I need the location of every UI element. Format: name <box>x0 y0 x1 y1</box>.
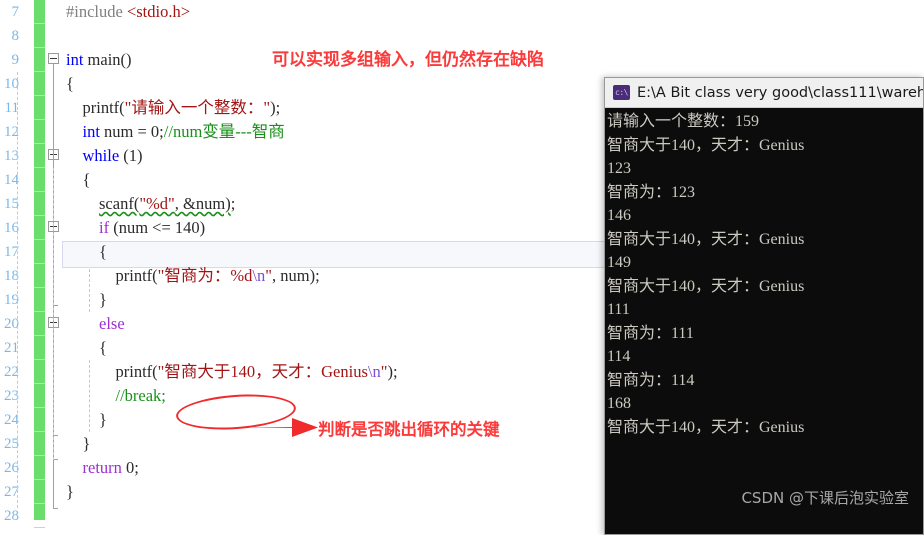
line-number: 25 <box>4 436 19 452</box>
change-indicator-bar <box>34 0 45 528</box>
command-prompt-icon: c:\ <box>613 85 630 100</box>
console-output-line: 168 <box>607 395 631 412</box>
change-bar-segment <box>34 288 45 312</box>
line-number: 10 <box>4 76 19 92</box>
line-number: 16 <box>4 220 19 236</box>
fold-end-main <box>53 508 58 509</box>
change-bar-segment <box>34 264 45 288</box>
annotation-arrow-icon <box>240 418 318 437</box>
line-number: 19 <box>4 292 19 308</box>
console-output-line: 智商为：123 <box>607 183 696 201</box>
console-output-line: 111 <box>607 301 630 318</box>
fold-line-main <box>53 64 54 149</box>
console-output-line: 146 <box>607 207 631 224</box>
code-line-7: #include <stdio.h> <box>66 2 191 21</box>
console-output-line: 智商大于140，天才：Genius <box>607 277 805 295</box>
code-line-12: int num = 0;//num变量---智商 <box>82 122 285 141</box>
console-title-bar[interactable]: c:\ E:\A Bit class very good\class111\wa… <box>605 78 923 108</box>
change-bar-segment <box>34 240 45 264</box>
console-output-line: 智商大于140，天才：Genius <box>607 230 805 248</box>
code-line-16: if (num <= 140) <box>99 218 206 237</box>
code-line-23: //break; <box>115 386 166 405</box>
line-number: 13 <box>4 148 19 164</box>
code-line-22: printf("智商大于140，天才：Genius\n"); <box>66 362 398 381</box>
change-bar-segment <box>34 0 45 24</box>
annotation-top: 可以实现多组输入，但仍然存在缺陷 <box>272 50 544 70</box>
code-line-18: printf("智商为：%d\n", num); <box>66 266 320 285</box>
code-line-10: { <box>66 74 74 93</box>
code-line-19: } <box>66 290 107 309</box>
console-output-line: 114 <box>607 348 631 365</box>
line-number: 21 <box>4 340 19 356</box>
change-bar-segment <box>34 480 45 504</box>
change-bar-segment <box>34 120 45 144</box>
watermark: CSDN @下课后泡实验室 <box>741 489 909 507</box>
change-bar-segment <box>34 408 45 432</box>
change-bar-segment <box>34 312 45 336</box>
line-number: 11 <box>4 100 19 116</box>
line-number: 23 <box>4 388 19 404</box>
console-window[interactable]: c:\ E:\A Bit class very good\class111\wa… <box>604 77 924 535</box>
code-line-27: } <box>66 482 74 501</box>
change-bar-segment <box>34 96 45 120</box>
change-bar-segment <box>34 384 45 408</box>
console-output-line: 智商为：114 <box>607 371 695 389</box>
change-bar-segment <box>34 48 45 72</box>
line-number: 28 <box>4 508 19 524</box>
code-line-15: scanf("%d", &num); <box>99 194 236 213</box>
line-number: 7 <box>11 4 20 20</box>
code-line-20: else <box>99 314 125 333</box>
change-bar-segment <box>34 456 45 480</box>
line-number: 20 <box>4 316 19 332</box>
change-bar-segment <box>34 504 45 528</box>
console-output-line: 智商大于140，天才：Genius <box>607 418 805 436</box>
change-bar-segment <box>34 192 45 216</box>
code-line-21: { <box>66 338 107 357</box>
console-output: 请输入一个整数：159 智商大于140，天才：Genius 123 智商为：123 14… <box>605 108 923 439</box>
line-number: 26 <box>4 460 19 476</box>
console-output-line: 智商大于140，天才：Genius <box>607 136 805 154</box>
line-number: 8 <box>11 28 20 44</box>
line-number-gutter: 7 8 9 10 11 12 13 14 15 16 17 18 19 20 21 22 23 24 25 26 27 2… <box>0 0 20 535</box>
line-number: 24 <box>4 412 19 428</box>
change-bar-segment <box>34 216 45 240</box>
line-number: 14 <box>4 172 19 188</box>
annotation-bottom: 判断是否跳出循环的关键 <box>318 420 500 439</box>
console-output-line: 请输入一个整数：159 <box>607 113 760 130</box>
code-text-area[interactable]: #include <stdio.h> int main() { printf("… <box>66 0 626 535</box>
code-line-26: return 0; <box>82 458 139 477</box>
change-bar-segment <box>34 72 45 96</box>
line-number: 9 <box>11 52 20 68</box>
change-bar-segment <box>34 24 45 48</box>
line-number: 22 <box>4 364 19 380</box>
code-line-14: { <box>66 170 91 189</box>
code-line-17: { <box>66 242 107 261</box>
line-number: 15 <box>4 196 19 212</box>
console-title-text: E:\A Bit class very good\class111\wareh <box>637 84 923 101</box>
change-bar-segment <box>34 144 45 168</box>
code-line-13: while (1) <box>82 146 143 165</box>
console-output-line: 149 <box>607 254 631 271</box>
line-number: 27 <box>4 484 19 500</box>
console-output-line: 智商为：111 <box>607 324 694 342</box>
fold-toggle-main[interactable] <box>48 53 59 64</box>
change-bar-segment <box>34 168 45 192</box>
code-line-11: printf("请输入一个整数："); <box>66 98 281 117</box>
line-number: 12 <box>4 124 19 140</box>
line-number: 18 <box>4 268 19 284</box>
fold-line-main-body <box>53 149 54 509</box>
line-number: 17 <box>4 244 19 260</box>
change-bar-segment <box>34 432 45 456</box>
change-bar-segment <box>34 360 45 384</box>
change-bar-segment <box>34 336 45 360</box>
console-output-line: 123 <box>607 160 631 177</box>
